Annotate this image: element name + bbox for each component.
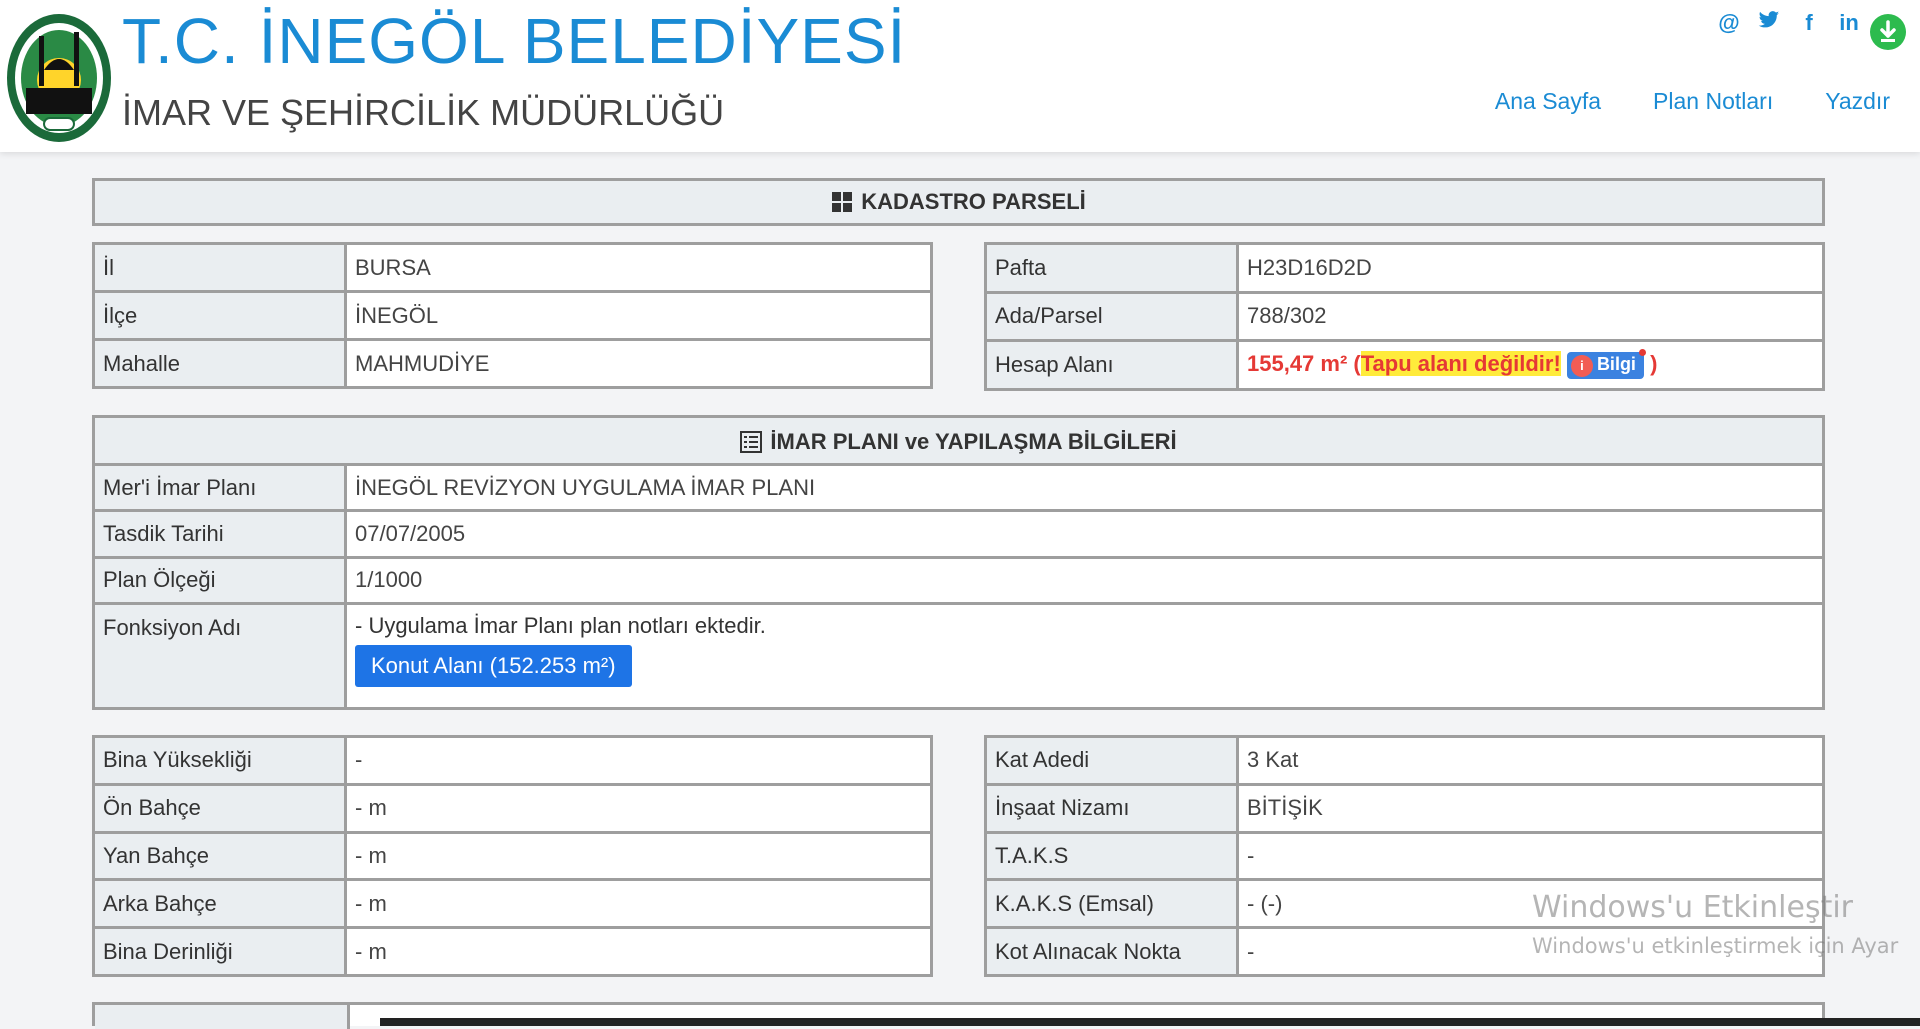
cell-value: - m [344,830,933,882]
cell-value: 1/1000 [344,555,1825,605]
table-row: Mahalle MAHMUDİYE [92,338,933,389]
table-row: Ön Bahçe - m [92,782,933,834]
cell-value: - [344,735,933,786]
table-row: İnşaat Nizamı BİTİŞİK [984,782,1825,834]
nav-ana-sayfa[interactable]: Ana Sayfa [1495,88,1601,115]
page-subtitle: İMAR VE ŞEHİRCİLİK MÜDÜRLÜĞÜ [122,92,725,133]
hesap-alani-value: 155,47 m² (Tapu alanı değildir! i Bilgi ) [1236,339,1825,391]
activation-watermark-title: Windows'u Etkinleştir [1532,890,1854,925]
cell-label: Bina Derinliği [92,926,347,977]
info-icon: i [1570,355,1593,377]
table-row: Tasdik Tarihi 07/07/2005 [92,509,1825,559]
top-nav: Ana Sayfa Plan Notları Yazdır [1495,88,1890,115]
kadastro-right-table: Pafta H23D16D2D Ada/Parsel 788/302 Hesap… [984,242,1825,391]
kadastro-section-header: KADASTRO PARSELİ [92,178,1825,226]
list-icon [740,430,763,453]
bilgi-button[interactable]: i Bilgi [1566,349,1646,379]
twitter-icon[interactable] [1756,10,1782,36]
facebook-icon[interactable]: f [1796,10,1822,36]
cell-label: K.A.K.S (Emsal) [984,878,1239,930]
grid-icon [832,192,853,212]
municipality-logo[interactable] [4,8,114,144]
download-icon[interactable] [1870,14,1906,50]
cell-label: Ada/Parsel [984,290,1239,343]
bilgi-label: Bilgi [1596,354,1636,374]
cell-value: - m [344,878,933,930]
kadastro-title: KADASTRO PARSELİ [861,189,1086,214]
table-row: Pafta H23D16D2D [984,242,1825,294]
activation-watermark-text: Windows'u etkinleştirmek için Ayar [1532,934,1899,958]
cell-value: 07/07/2005 [344,509,1825,559]
cell-value: H23D16D2D [1236,242,1825,294]
fonksiyon-value: - Uygulama İmar Planı plan notları ekted… [344,601,1825,711]
kadastro-left-table: İl BURSA İlçe İNEGÖL Mahalle MAHMUDİYE [92,242,933,389]
cell-value: MAHMUDİYE [344,338,933,389]
cell-label: Tasdik Tarihi [92,509,347,559]
cell-label: Fonksiyon Adı [92,601,347,711]
cell-value: - [1236,830,1825,882]
nav-plan-notlari[interactable]: Plan Notları [1653,88,1773,115]
imar-section-header: İMAR PLANI ve YAPILAŞMA BİLGİLERİ [92,415,1825,465]
table-row: Mer'i İmar Planı İNEGÖL REVİZYON UYGULAM… [92,462,1825,513]
table-row: Ada/Parsel 788/302 [984,290,1825,343]
table-row: Arka Bahçe - m [92,878,933,930]
paren-close: ) [1650,351,1658,377]
plan-note: - Uygulama İmar Planı plan notları ekted… [355,612,766,638]
cell-label: Bina Yüksekliği [92,735,347,786]
cell-label: Mer'i İmar Planı [92,462,347,513]
konut-alani-button[interactable]: Konut Alanı (152.253 m²) [355,644,632,687]
cell-label: Kot Alınacak Nokta [984,926,1239,977]
nav-yazdir[interactable]: Yazdır [1825,88,1890,115]
cell-label: Kat Adedi [984,735,1239,786]
cell-value: BURSA [344,242,933,293]
table-row: T.A.K.S - [984,830,1825,882]
cell-label: İnşaat Nizamı [984,782,1239,834]
table-row: İlçe İNEGÖL [92,290,933,341]
table-row: Fonksiyon Adı - Uygulama İmar Planı plan… [92,601,1825,711]
area-value: 155,47 m² [1247,351,1348,377]
linkedin-icon[interactable]: in [1836,10,1862,36]
cell-value: - m [344,782,933,834]
cell-value: İNEGÖL REVİZYON UYGULAMA İMAR PLANI [344,462,1825,513]
cell-label: İlçe [92,290,347,341]
page-title: T.C. İNEGÖL BELEDİYESİ [122,5,907,77]
table-row: Plan Ölçeği 1/1000 [92,555,1825,605]
cell-value: - m [344,926,933,977]
notification-dot [1638,349,1646,356]
page-header: T.C. İNEGÖL BELEDİYESİ İMAR VE ŞEHİRCİLİ… [0,0,1920,152]
yapi-left-table: Bina Yüksekliği - Ön Bahçe - m Yan Bahçe - … [92,735,933,977]
table-row: Kat Adedi 3 Kat [984,735,1825,786]
cell-label: İl [92,242,347,293]
table-row: Bina Yüksekliği - [92,735,933,786]
at-icon[interactable]: @ [1716,10,1742,36]
cell-label: Plan Ölçeği [92,555,347,605]
tapu-warning: Tapu alanı değildir! [1360,351,1561,377]
cell-label: Pafta [984,242,1239,294]
social-links: @ f in [1716,10,1862,36]
cell-label: Ön Bahçe [92,782,347,834]
imar-title: İMAR PLANI ve YAPILAŞMA BİLGİLERİ [770,428,1177,454]
cell-label: Yan Bahçe [92,830,347,882]
paren-open: ( [1353,351,1361,377]
cell-label: Arka Bahçe [92,878,347,930]
cell-value: 3 Kat [1236,735,1825,786]
cell-value: 788/302 [1236,290,1825,343]
cell-label: Hesap Alanı [984,339,1239,391]
cell-label: Mahalle [92,338,347,389]
imar-table: Mer'i İmar Planı İNEGÖL REVİZYON UYGULAM… [92,462,1825,711]
table-row: Yan Bahçe - m [92,830,933,882]
cell-value: BİTİŞİK [1236,782,1825,834]
cell-value: İNEGÖL [344,290,933,341]
table-row: Bina Derinliği - m [92,926,933,977]
table-row: İl BURSA [92,242,933,293]
table-row: Hesap Alanı 155,47 m² (Tapu alanı değild… [984,339,1825,391]
horizontal-scrollbar[interactable] [380,1018,1920,1026]
cell-label: T.A.K.S [984,830,1239,882]
